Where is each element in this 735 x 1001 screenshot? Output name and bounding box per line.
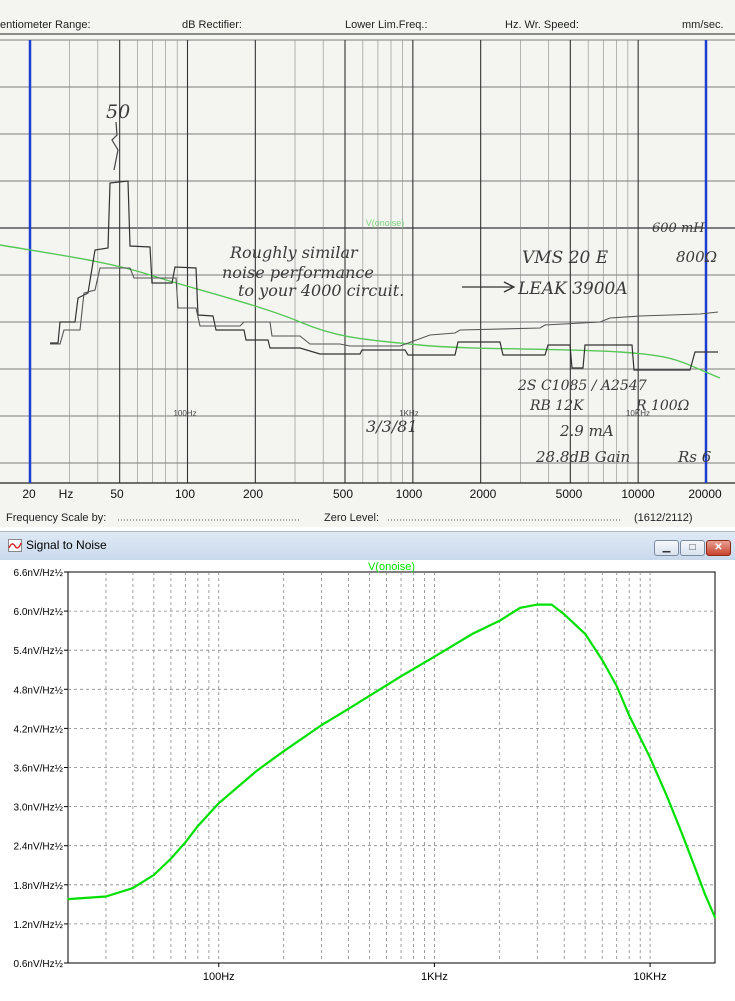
plot-series-point	[615, 685, 618, 687]
scan-header-label: mm/sec.	[682, 19, 724, 31]
scan-handwritten-note-line: noise performance	[222, 263, 374, 282]
plot-series-point	[320, 724, 323, 727]
plot-y-tick-label: 4.2nV/Hz½	[14, 724, 64, 735]
scan-handwritten-impedance-2: 600 mH	[652, 221, 705, 236]
plot-svg: 6.6nV/Hz½ 6.0nV/Hz½ 5.4nV/Hz½ 4.8nV/Hz½ 4.2n…	[14, 561, 717, 983]
plot-series-point	[649, 756, 651, 759]
scan-x-tick-label: 20000	[688, 487, 722, 501]
plot-series-point	[471, 633, 474, 635]
plot-x-tick-label: 10KHz	[634, 971, 667, 983]
signal-to-noise-window: Signal to Noise ▁ □ ✕ 6.6nV/Hz½ 6.0nV/Hz½…	[0, 531, 735, 1001]
scan-footer-zero-level: Zero Level:	[324, 512, 379, 524]
scan-x-tick-label: Hz	[59, 487, 74, 501]
scan-handwritten-leak-label: LEAK 3900A	[517, 279, 628, 299]
scan-handwritten-impedance-1: 800Ω	[676, 248, 717, 266]
scan-handwritten-note-line: to your 4000 circuit.	[238, 281, 404, 300]
plot-y-tick-label: 6.6nV/Hz½	[14, 568, 64, 579]
plot-series-point	[704, 893, 707, 896]
plot-series-point	[217, 802, 220, 805]
plot-y-tick-label: 4.8nV/Hz½	[14, 685, 64, 696]
plot-series-point	[693, 864, 695, 867]
plot-series-point	[184, 841, 187, 844]
plot-y-tick-label: 2.4nV/Hz½	[14, 842, 64, 853]
plot-trace-label: V(onoise)	[368, 561, 415, 573]
close-button[interactable]: ✕	[706, 540, 731, 556]
scan-x-tick-label: 100	[175, 487, 195, 501]
plot-y-tick-label: 3.0nV/Hz½	[14, 803, 64, 814]
plot-series-point	[628, 714, 631, 717]
plot-y-tick-label: 0.6nV/Hz½	[14, 959, 64, 970]
plot-series-point	[282, 750, 285, 753]
plot-series-point	[196, 825, 199, 828]
maximize-button[interactable]: □	[680, 540, 705, 556]
scan-handwritten-date: 3/3/81	[366, 417, 418, 436]
scan-handwritten-marker-stroke	[111, 121, 119, 171]
scan-header-label: dB Rectifier:	[182, 19, 242, 31]
scan-handwritten-rs: Rs 6	[677, 448, 712, 466]
plot-series-point	[536, 603, 539, 606]
scan-handwritten-rb: RB 12K	[529, 398, 585, 414]
scan-x-tick-label: 20	[22, 487, 36, 501]
plot-series-point	[563, 613, 566, 616]
plot-series-point	[433, 655, 436, 658]
plot-series-point	[714, 916, 716, 919]
window-title: Signal to Noise	[26, 538, 107, 552]
plot-x-tick-label: 1KHz	[421, 971, 448, 983]
plot-series-point	[584, 633, 587, 635]
plot-y-tick-label: 6.0nV/Hz½	[14, 607, 64, 618]
scan-handwritten-transistors: 2S C1085 / A2547	[517, 378, 647, 394]
scan-overlay-label: V(onoise)	[366, 218, 405, 228]
plot-series-point	[666, 795, 669, 798]
plot-y-tick-label: 1.2nV/Hz½	[14, 920, 64, 931]
plot-series-point	[498, 619, 501, 622]
plot-series-point	[255, 769, 258, 772]
plot-series-point	[132, 887, 134, 889]
scan-x-tick-label: 500	[333, 487, 353, 501]
scan-printed-freq-mark: 100Hz	[173, 409, 196, 418]
scan-handwritten-arrow	[462, 281, 516, 293]
scan-svg: entiometer Range: dB Rectifier: Lower Lim.…	[0, 19, 735, 524]
plot-series-point	[169, 857, 172, 860]
scan-handwritten-marker: 50	[106, 101, 130, 123]
scan-x-tick-label: 200	[243, 487, 263, 501]
scan-header-label: Hz. Wr. Speed:	[505, 19, 579, 31]
plot-series-point	[601, 659, 604, 661]
plot-series-point	[152, 874, 155, 876]
window-titlebar[interactable]: Signal to Noise ▁ □ ✕	[0, 532, 735, 561]
minimize-button[interactable]: ▁	[654, 540, 679, 556]
scan-x-tick-label: 5000	[556, 487, 583, 501]
plot-series-point	[347, 707, 350, 710]
scan-handwritten-vms-label: VMS 20 E	[522, 248, 609, 268]
scan-x-tick-label: 1000	[396, 487, 423, 501]
scan-x-tick-label: 2000	[470, 487, 497, 501]
scan-footer-ref-code: (1612/2112)	[634, 512, 693, 524]
scan-x-tick-label: 50	[110, 487, 124, 501]
plot-series-point	[368, 694, 371, 697]
waveform-app-icon	[8, 539, 22, 552]
scan-header-label: entiometer Range:	[0, 19, 91, 31]
plot-series-point	[400, 675, 402, 678]
plot-series-point	[550, 603, 553, 606]
plot-x-tick-label: 100Hz	[203, 971, 235, 983]
plot-series-point	[519, 606, 522, 609]
scan-header-label: Lower Lim.Freq.:	[345, 19, 428, 31]
scan-handwritten-gain: 28.8dB Gain	[535, 448, 630, 466]
scan-handwritten-r: R 100Ω	[635, 398, 690, 414]
scan-footer-freq-scale: Frequency Scale by:	[6, 512, 106, 524]
plot-series-point	[67, 898, 69, 901]
plot-y-tick-label: 5.4nV/Hz½	[14, 646, 64, 657]
plot-series-point	[680, 831, 683, 834]
scanned-chart-recorder-plot: entiometer Range: dB Rectifier: Lower Lim.…	[0, 0, 735, 527]
plot-y-tick-label: 3.6nV/Hz½	[14, 764, 64, 775]
plot-area[interactable]: 6.6nV/Hz½ 6.0nV/Hz½ 5.4nV/Hz½ 4.8nV/Hz½ 4.2n…	[0, 560, 735, 1001]
scan-handwritten-note-line: Roughly similar	[229, 243, 359, 262]
plot-y-tick-label: 1.8nV/Hz½	[14, 881, 64, 892]
scan-x-tick-label: 10000	[621, 487, 655, 501]
plot-series-point	[105, 895, 107, 898]
scan-handwritten-current: 2.9 mA	[559, 422, 614, 440]
